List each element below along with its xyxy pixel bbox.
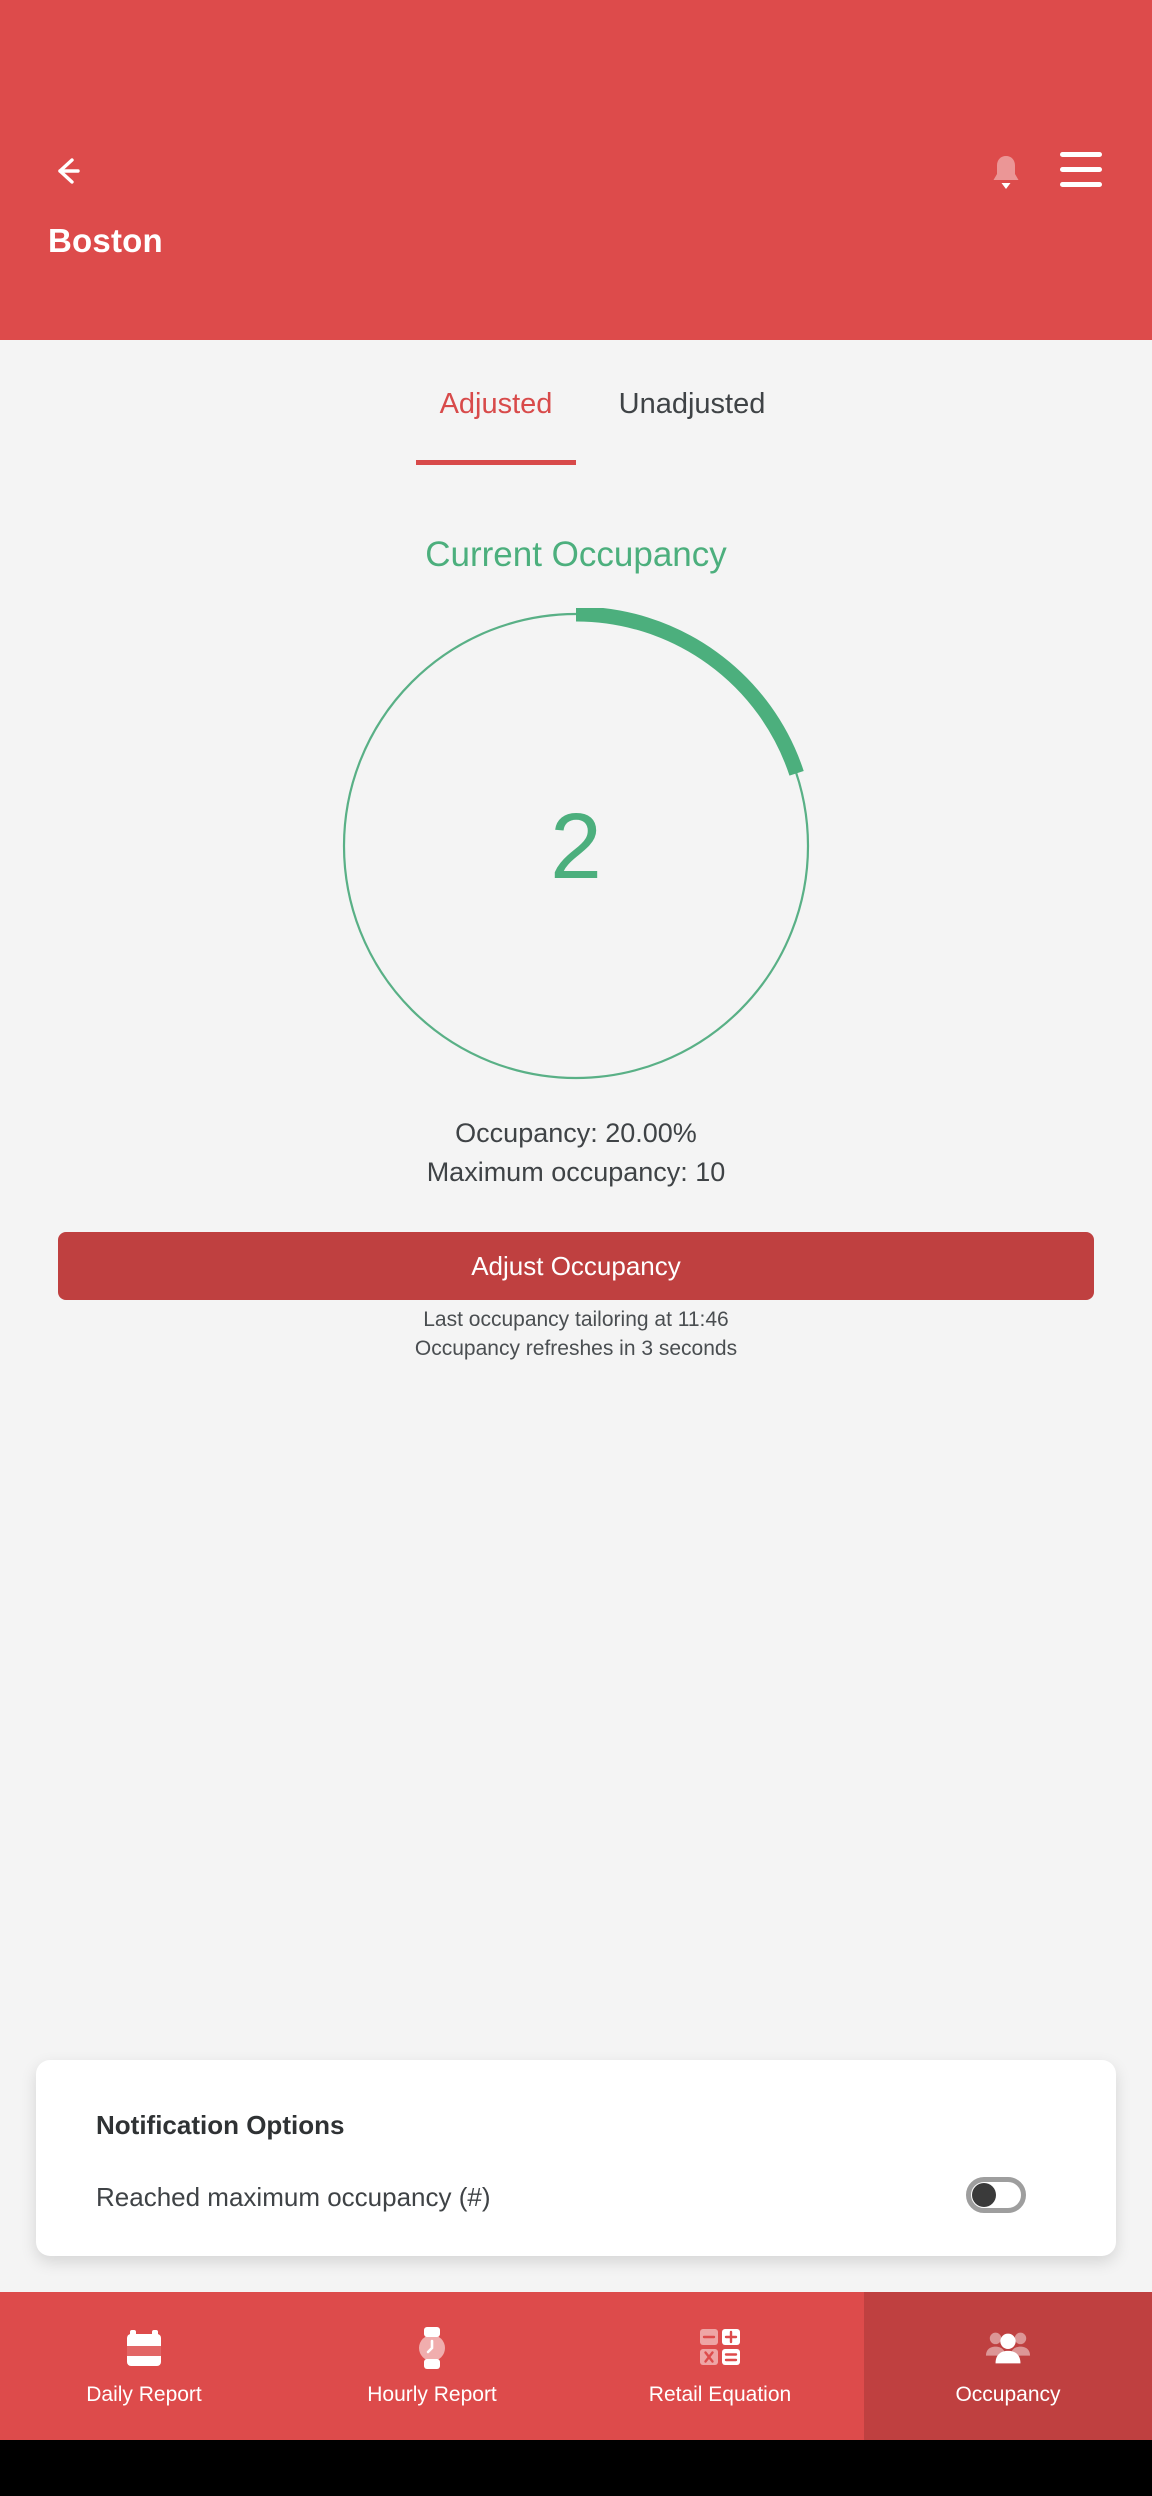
page-title: Boston bbox=[48, 222, 163, 259]
maximum-occupancy-text: Maximum occupancy: 10 bbox=[426, 1157, 726, 1187]
gauge-title: Current Occupancy bbox=[425, 535, 727, 574]
nav-label-daily-report: Daily Report bbox=[86, 2383, 202, 2406]
app-screen: Boston Adjusted Unadjusted Current Occup… bbox=[0, 0, 1152, 2496]
people-group-icon bbox=[985, 2325, 1031, 2371]
calendar-icon bbox=[121, 2325, 167, 2371]
nav-item-daily-report[interactable]: Daily Report bbox=[0, 2292, 288, 2440]
occupancy-percent-text: Occupancy: 20.00% bbox=[455, 1118, 697, 1148]
back-arrow-icon[interactable] bbox=[46, 148, 92, 194]
gauge-value: 2 bbox=[550, 793, 602, 898]
nav-item-retail-equation[interactable]: Retail Equation bbox=[576, 2292, 864, 2440]
watch-clock-icon bbox=[409, 2325, 455, 2371]
max-occupancy-notification-toggle[interactable] bbox=[966, 2177, 1026, 2213]
notification-row-label: Reached maximum occupancy (#) bbox=[96, 2182, 491, 2212]
occupancy-gauge: 2 bbox=[338, 608, 814, 1084]
menu-bar-bottom bbox=[1060, 182, 1102, 187]
app-header: Boston bbox=[0, 0, 1152, 340]
nav-label-hourly-report: Hourly Report bbox=[367, 2383, 497, 2406]
system-home-indicator bbox=[0, 2440, 1152, 2496]
bottom-navigation-bar: Daily Report Hourly Report Retail Equati… bbox=[0, 2292, 1152, 2440]
nav-item-hourly-report[interactable]: Hourly Report bbox=[288, 2292, 576, 2440]
tab-unadjusted[interactable]: Unadjusted bbox=[594, 340, 790, 468]
refresh-countdown-text: Occupancy refreshes in 3 seconds bbox=[414, 1337, 738, 1360]
nav-item-occupancy[interactable]: Occupancy bbox=[864, 2292, 1152, 2440]
adjust-occupancy-button[interactable]: Adjust Occupancy bbox=[58, 1232, 1094, 1300]
bell-icon[interactable] bbox=[984, 150, 1028, 194]
hamburger-menu-icon[interactable] bbox=[1060, 152, 1102, 192]
nav-label-retail-equation: Retail Equation bbox=[648, 2383, 792, 2406]
tab-adjusted[interactable]: Adjusted bbox=[398, 340, 594, 468]
menu-bar-middle bbox=[1060, 167, 1102, 172]
tab-active-underline bbox=[416, 460, 576, 465]
calculator-icon bbox=[697, 2325, 743, 2371]
last-tailoring-text: Last occupancy tailoring at 11:46 bbox=[423, 1308, 729, 1331]
notification-options-title: Notification Options bbox=[96, 2110, 345, 2140]
toggle-knob bbox=[972, 2183, 996, 2207]
tab-bar: Adjusted Unadjusted bbox=[0, 340, 1152, 468]
menu-bar-top bbox=[1060, 152, 1102, 157]
nav-label-occupancy: Occupancy bbox=[955, 2383, 1061, 2406]
notification-options-card: Notification Options Reached maximum occ… bbox=[36, 2060, 1116, 2256]
